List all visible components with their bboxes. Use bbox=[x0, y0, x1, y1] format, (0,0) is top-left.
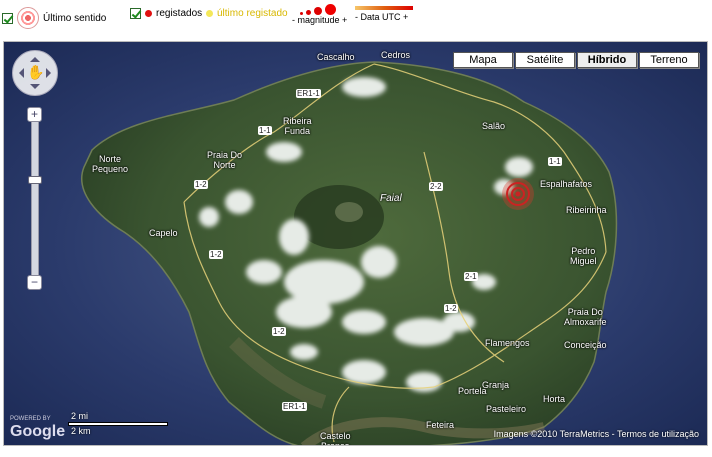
place-ribeira-funda: Ribeira Funda bbox=[283, 116, 312, 136]
place-praia-do-norte: Praia Do Norte bbox=[207, 150, 243, 170]
road-label: 1-2 bbox=[272, 327, 286, 336]
magnitude-dots bbox=[292, 4, 336, 15]
zoom-slider-thumb[interactable] bbox=[28, 176, 42, 184]
hand-icon: ✋ bbox=[27, 64, 45, 80]
map-type-terreno-button[interactable]: Terreno bbox=[639, 52, 699, 68]
ultimo-sentido-checkbox[interactable] bbox=[2, 12, 13, 24]
place-norte-pequeno: Norte Pequeno bbox=[92, 154, 129, 174]
data-utc-label: - Data UTC + bbox=[355, 12, 409, 22]
place-castelo-branco: Castelo Branco bbox=[320, 431, 351, 446]
ultimo-sentido-label: Último sentido bbox=[43, 12, 107, 24]
road-label: ER1-1 bbox=[296, 89, 321, 98]
pan-right-icon[interactable] bbox=[46, 68, 56, 78]
copyright-text[interactable]: Imagens ©2010 TerraMetrics - Termos de u… bbox=[494, 429, 699, 439]
red-dot-icon bbox=[145, 10, 152, 17]
place-portela: Portela bbox=[458, 386, 487, 396]
yellow-dot-icon bbox=[206, 10, 213, 17]
map-type-switcher: Mapa Satélite Híbrido Terreno bbox=[453, 52, 699, 68]
place-ribeirinha: Ribeirinha bbox=[566, 205, 607, 215]
place-cascalho: Cascalho bbox=[317, 52, 355, 62]
road-label: ER1-1 bbox=[282, 402, 307, 411]
place-espalhafatos: Espalhafatos bbox=[540, 179, 593, 189]
place-cedros: Cedros bbox=[381, 50, 411, 60]
road-label: 1-1 bbox=[258, 126, 272, 135]
map-view[interactable]: Cascalho Cedros Ribeira Funda Salão Nort… bbox=[3, 41, 708, 446]
registados-item[interactable]: registados bbox=[130, 8, 202, 19]
place-pasteleiro: Pasteleiro bbox=[486, 404, 527, 414]
zoom-in-button[interactable]: + bbox=[27, 107, 42, 122]
scale-miles: 2 mi bbox=[71, 411, 89, 421]
place-praia-do-almoxarife: Praia Do Almoxarife bbox=[564, 307, 607, 327]
pan-up-icon[interactable] bbox=[30, 52, 40, 62]
ultimo-registado-label: último registado bbox=[217, 8, 288, 19]
data-utc-scale: - Data UTC + bbox=[355, 6, 413, 22]
place-conceicao: Conceição bbox=[564, 340, 607, 350]
road-label: 1-1 bbox=[548, 157, 562, 166]
road-label: 1-2 bbox=[194, 180, 208, 189]
map-type-satelite-button[interactable]: Satélite bbox=[515, 52, 575, 68]
date-gradient-bar bbox=[355, 6, 413, 10]
pan-left-icon[interactable] bbox=[14, 68, 24, 78]
powered-by-label: POWERED BY bbox=[10, 416, 51, 422]
legend-bar: Último sentido registados último regista… bbox=[0, 0, 712, 36]
satellite-imagery bbox=[4, 42, 707, 445]
place-feteira: Feteira bbox=[426, 420, 455, 430]
road-label: 2-1 bbox=[464, 272, 478, 281]
road-label: 1-2 bbox=[444, 304, 458, 313]
map-type-mapa-button[interactable]: Mapa bbox=[453, 52, 513, 68]
pan-control[interactable]: ✋ bbox=[12, 50, 58, 96]
road-label: 1-2 bbox=[209, 250, 223, 259]
magnitude-label: - magnitude + bbox=[292, 15, 348, 25]
earthquake-marker[interactable] bbox=[502, 178, 534, 210]
registados-checkbox[interactable] bbox=[130, 8, 141, 19]
place-horta: Horta bbox=[543, 394, 566, 404]
magnitude-scale: - magnitude + bbox=[292, 4, 347, 25]
zoom-out-button[interactable]: − bbox=[27, 275, 42, 290]
ultimo-sentido-item[interactable]: Último sentido bbox=[2, 7, 106, 29]
place-faial: Faial bbox=[380, 193, 402, 204]
map-type-hibrido-button[interactable]: Híbrido bbox=[577, 52, 637, 68]
scale-bar: 2 mi 2 km bbox=[68, 409, 168, 437]
place-salao: Salão bbox=[482, 121, 506, 131]
registados-label: registados bbox=[156, 8, 203, 19]
road-label: 2-2 bbox=[429, 182, 443, 191]
ring-icon bbox=[17, 7, 39, 29]
place-capelo: Capelo bbox=[149, 228, 178, 238]
place-flamengos: Flamengos bbox=[485, 338, 530, 348]
google-logo[interactable]: Google bbox=[10, 423, 65, 441]
pan-down-icon[interactable] bbox=[30, 84, 40, 94]
ultimo-registado-item: último registado bbox=[206, 8, 288, 19]
place-pedro-miguel: Pedro Miguel bbox=[570, 246, 597, 266]
scale-km: 2 km bbox=[71, 426, 91, 436]
zoom-slider-track[interactable] bbox=[31, 107, 39, 285]
